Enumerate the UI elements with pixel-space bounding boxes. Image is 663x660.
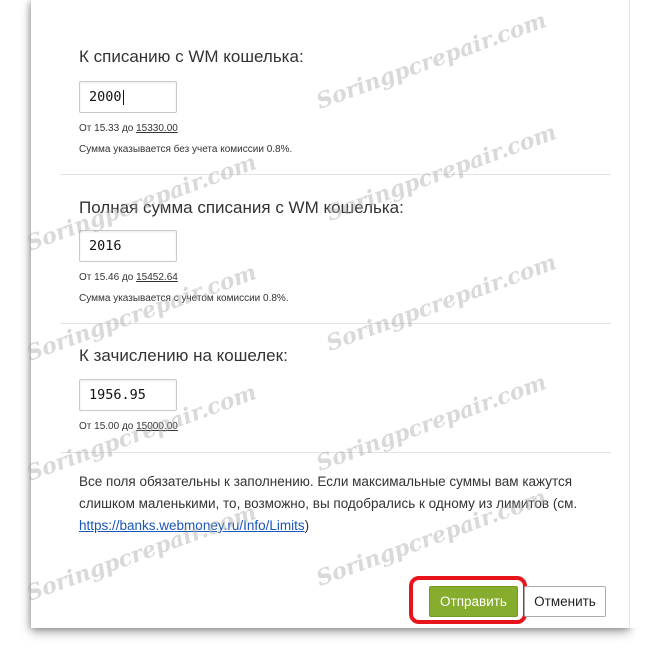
limits-link[interactable]: https://banks.webmoney.ru/Info/Limits xyxy=(79,518,305,533)
info-text: Все поля обязательны к заполнению. Если … xyxy=(79,474,578,511)
cancel-button[interactable]: Отменить xyxy=(524,586,606,617)
total-note: Сумма указывается с учетом комиссии 0.8%… xyxy=(79,293,289,304)
debit-amount-input[interactable]: 2000 xyxy=(79,81,177,113)
total-range-prefix: От 15.46 до xyxy=(79,272,134,283)
divider xyxy=(60,452,611,453)
debit-title: К списанию с WM кошелька: xyxy=(79,47,304,66)
total-amount-input[interactable]: 2016 xyxy=(79,230,177,262)
credit-title: К зачислению на кошелек: xyxy=(79,346,288,365)
debit-range: От 15.33 до 15330.00 xyxy=(79,123,178,134)
debit-range-max-link[interactable]: 15330.00 xyxy=(136,123,178,134)
limits-info-text: Все поля обязательны к заполнению. Если … xyxy=(79,471,599,537)
text-caret xyxy=(122,89,124,105)
total-title: Полная сумма списания с WM кошелька: xyxy=(79,198,404,217)
credit-amount-input[interactable]: 1956.95 xyxy=(79,379,177,411)
credit-section: К зачислению на кошелек: xyxy=(79,346,288,366)
credit-range-max-link[interactable]: 15000.00 xyxy=(136,421,178,432)
credit-range-prefix: От 15.00 до xyxy=(79,421,134,432)
submit-button[interactable]: Отправить xyxy=(429,586,518,617)
info-text-end: ) xyxy=(304,518,310,533)
total-range-max-link[interactable]: 15452.64 xyxy=(136,272,178,283)
debit-section: К списанию с WM кошелька: xyxy=(79,47,304,67)
total-section: Полная сумма списания с WM кошелька: xyxy=(79,198,404,218)
credit-amount-value: 1956.95 xyxy=(89,387,146,403)
total-amount-value: 2016 xyxy=(89,238,122,254)
divider xyxy=(60,323,611,324)
debit-amount-value: 2000 xyxy=(89,89,122,105)
debit-range-prefix: От 15.33 до xyxy=(79,123,134,134)
credit-range: От 15.00 до 15000.00 xyxy=(79,421,178,432)
total-range: От 15.46 до 15452.64 xyxy=(79,272,178,283)
divider xyxy=(60,174,611,175)
debit-note: Сумма указывается без учета комиссии 0.8… xyxy=(79,144,293,155)
background-strip xyxy=(629,0,663,628)
